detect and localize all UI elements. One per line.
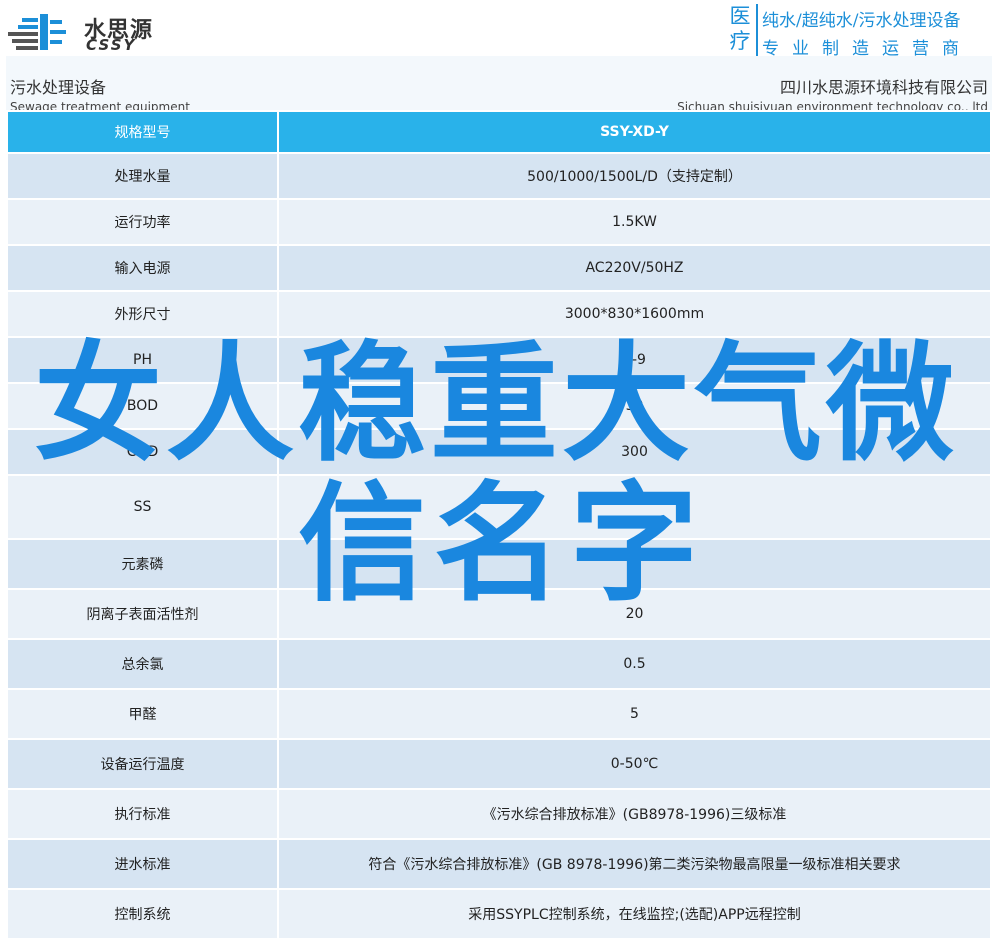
table-row: 设备运行温度 0-50℃ <box>6 738 992 790</box>
spec-label: 外形尺寸 <box>6 290 279 338</box>
spec-label: 处理水量 <box>6 152 279 200</box>
spec-label: SS <box>6 474 279 540</box>
spec-label: 元素磷 <box>6 538 279 590</box>
spec-value: 符合《污水综合排放标准》(GB 8978-1996)第二类污染物最高限量一级标准… <box>277 838 992 890</box>
table-row: BOD 30 <box>6 382 992 430</box>
spec-label: 进水标准 <box>6 838 279 890</box>
spec-label: COD <box>6 428 279 476</box>
spec-label: PH <box>6 336 279 384</box>
spec-label: 运行功率 <box>6 198 279 246</box>
spec-value <box>277 474 992 540</box>
tagline-box: 医 疗 纯水/超纯水/污水处理设备 专业制造运营商 <box>724 4 996 59</box>
tagline-line1: 纯水/超纯水/污水处理设备 <box>762 11 961 31</box>
cssy-logo-icon <box>8 14 66 50</box>
table-row: 外形尺寸 3000*830*1600mm <box>6 290 992 338</box>
table-row: PH 6-9 <box>6 336 992 384</box>
table-row: 处理水量 500/1000/1500L/D（支持定制） <box>6 152 992 200</box>
spec-label: BOD <box>6 382 279 430</box>
table-row: 总余氯 0.5 <box>6 638 992 690</box>
company-heading: 四川水思源环境科技有限公司 Sichuan shuisiyuan environ… <box>677 74 988 114</box>
spec-label: 设备运行温度 <box>6 738 279 790</box>
spec-label: 控制系统 <box>6 888 279 940</box>
table-row: 输入电源 AC220V/50HZ <box>6 244 992 292</box>
spec-value: 0-50℃ <box>277 738 992 790</box>
spec-label: 甲醛 <box>6 688 279 740</box>
brand-logo: 水思源 CSSY <box>6 6 166 54</box>
spec-value: 300 <box>277 428 992 476</box>
spec-label: 输入电源 <box>6 244 279 292</box>
spec-value: 1.5KW <box>277 198 992 246</box>
spec-value: 《污水综合排放标准》(GB8978-1996)三级标准 <box>277 788 992 840</box>
spec-table: 规格型号 SSY-XD-Y 处理水量 500/1000/1500L/D（支持定制）… <box>6 110 992 940</box>
table-row: 阴离子表面活性剂 20 <box>6 588 992 640</box>
product-title: 污水处理设备 <box>10 78 107 97</box>
table-row: 进水标准 符合《污水综合排放标准》(GB 8978-1996)第二类污染物最高限量… <box>6 838 992 890</box>
spec-rows: 处理水量 500/1000/1500L/D（支持定制） 运行功率 1.5KW 输入电源 A… <box>6 152 992 940</box>
spec-value: 0.5 <box>277 638 992 690</box>
table-row: 运行功率 1.5KW <box>6 198 992 246</box>
spec-value: 采用SSYPLC控制系统，在线监控;(选配)APP远程控制 <box>277 888 992 940</box>
table-header-row: 规格型号 SSY-XD-Y <box>6 110 992 154</box>
table-row: 执行标准 《污水综合排放标准》(GB8978-1996)三级标准 <box>6 788 992 840</box>
table-row: 元素磷 0 <box>6 538 992 590</box>
header-value: SSY-XD-Y <box>277 110 992 154</box>
spec-value: AC220V/50HZ <box>277 244 992 292</box>
tagline-side-char: 医 <box>729 4 751 28</box>
spec-value: 30 <box>277 382 992 430</box>
spec-label: 总余氯 <box>6 638 279 690</box>
brand-name-en: CSSY <box>86 36 137 54</box>
tagline-side: 医 疗 <box>724 4 758 56</box>
header-label: 规格型号 <box>6 110 279 154</box>
company-name: 四川水思源环境科技有限公司 <box>779 78 988 97</box>
spec-label: 阴离子表面活性剂 <box>6 588 279 640</box>
spec-value: 3000*830*1600mm <box>277 290 992 338</box>
top-bar: 水思源 CSSY 医 疗 纯水/超纯水/污水处理设备 专业制造运营商 <box>0 0 1000 59</box>
tagline-side-char: 疗 <box>729 29 751 53</box>
table-row: COD 300 <box>6 428 992 476</box>
spec-value: 0 <box>277 538 992 590</box>
spec-value: 5 <box>277 688 992 740</box>
product-heading: 污水处理设备 Sewage treatment equipment <box>10 74 190 114</box>
table-row: 控制系统 采用SSYPLC控制系统，在线监控;(选配)APP远程控制 <box>6 888 992 940</box>
spec-label: 执行标准 <box>6 788 279 840</box>
table-row: SS <box>6 474 992 540</box>
table-row: 甲醛 5 <box>6 688 992 740</box>
spec-value: 500/1000/1500L/D（支持定制） <box>277 152 992 200</box>
spec-value: 6-9 <box>277 336 992 384</box>
spec-value: 20 <box>277 588 992 640</box>
